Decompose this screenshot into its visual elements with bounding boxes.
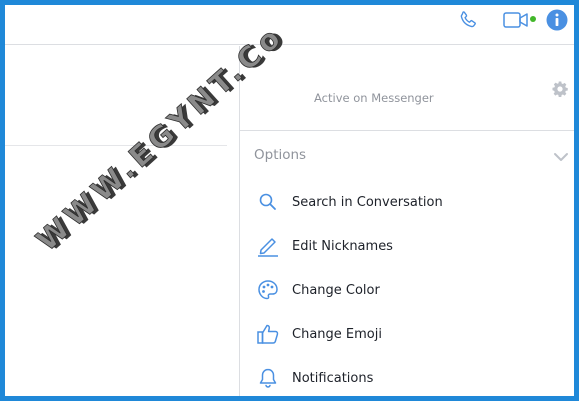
video-camera-icon[interactable]	[499, 9, 533, 31]
divider	[5, 145, 227, 146]
info-icon[interactable]	[546, 9, 568, 31]
online-indicator	[530, 16, 536, 22]
search-in-conversation-item[interactable]: Search in Conversation	[240, 182, 574, 222]
edit-nicknames-item[interactable]: Edit Nicknames	[240, 226, 574, 266]
menu-item-label: Notifications	[292, 370, 374, 386]
change-color-item[interactable]: Change Color	[240, 270, 574, 310]
app-window: Active on Messenger Options Search in Co…	[0, 0, 579, 401]
phone-icon[interactable]	[457, 9, 479, 31]
divider	[240, 130, 574, 131]
menu-item-label: Change Emoji	[292, 326, 382, 342]
menu-item-label: Edit Nicknames	[292, 238, 393, 254]
menu-item-label: Change Color	[292, 282, 380, 298]
message-pane	[5, 46, 240, 396]
pencil-icon	[256, 234, 280, 258]
info-sidebar: Active on Messenger Options Search in Co…	[240, 46, 574, 396]
search-icon	[256, 190, 280, 214]
conversation-header	[5, 5, 574, 45]
change-emoji-item[interactable]: Change Emoji	[240, 314, 574, 354]
notifications-item[interactable]: Notifications	[240, 358, 574, 396]
palette-icon	[256, 278, 280, 302]
bell-icon	[256, 366, 280, 390]
active-status: Active on Messenger	[314, 91, 434, 105]
gear-icon[interactable]	[551, 80, 569, 98]
menu-item-label: Search in Conversation	[292, 194, 443, 210]
options-header[interactable]: Options	[254, 147, 306, 163]
chevron-down-icon[interactable]	[553, 148, 569, 161]
thumbs-up-icon	[256, 322, 280, 346]
